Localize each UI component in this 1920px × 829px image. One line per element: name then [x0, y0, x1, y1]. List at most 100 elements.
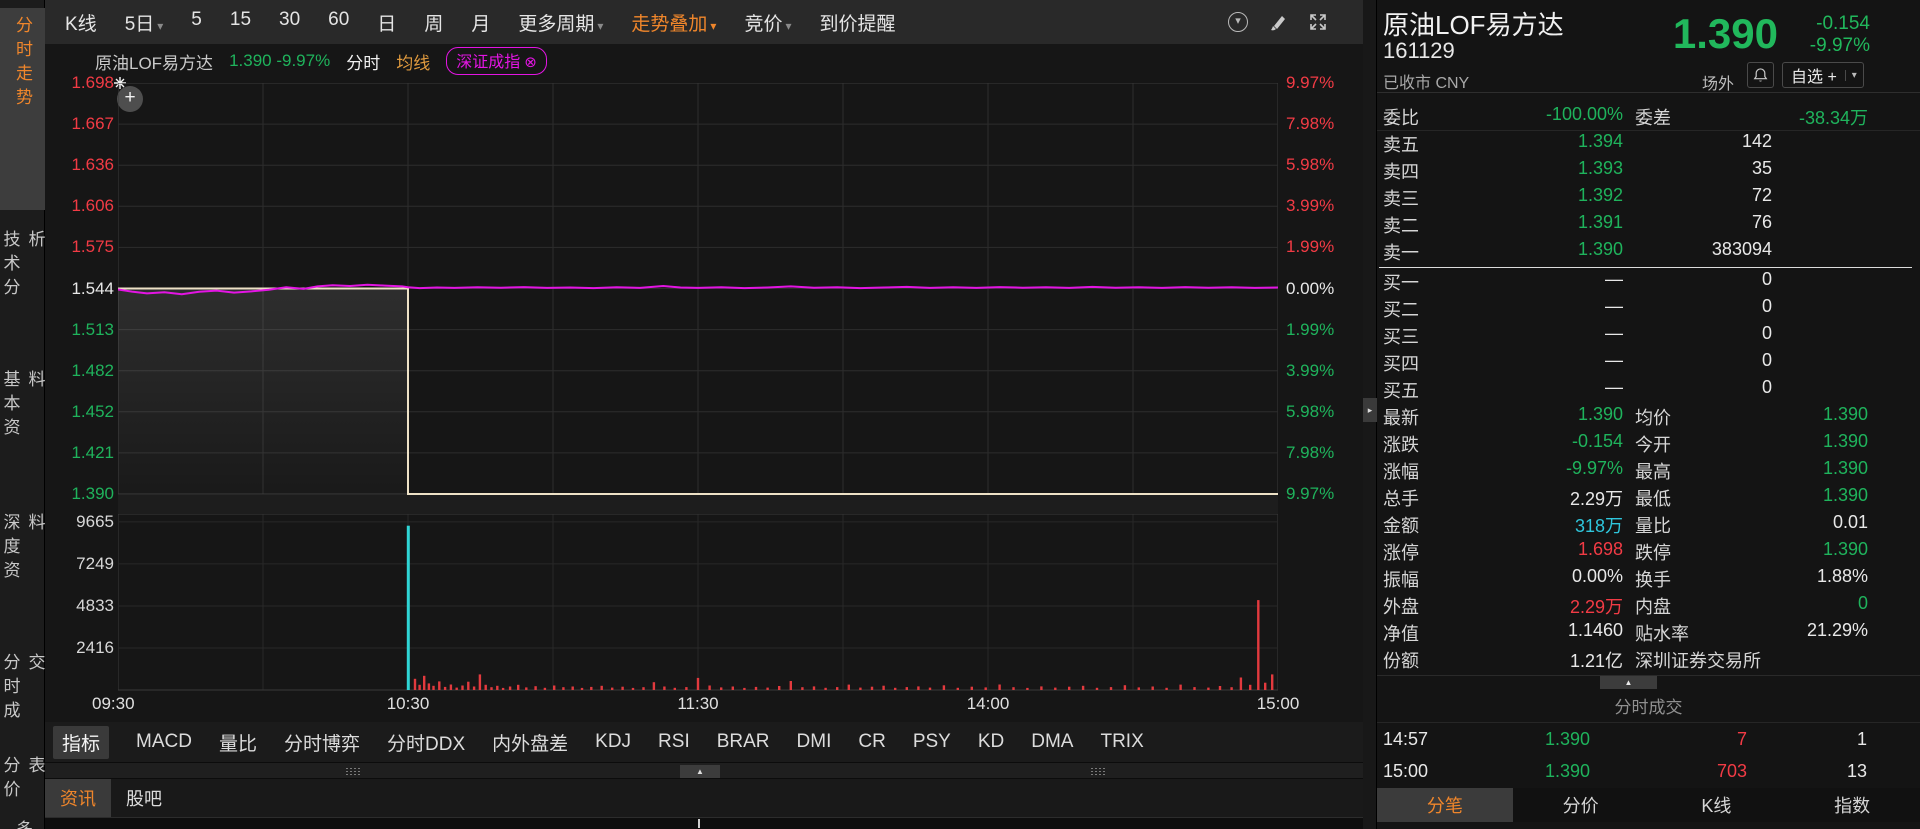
- price-axis-tick: 1.513: [71, 319, 114, 339]
- sidebar-item-price-table[interactable]: 分价表: [0, 748, 45, 818]
- toolbar-item-min15[interactable]: 15: [230, 9, 251, 36]
- expand-up-handle[interactable]: ▲: [1600, 676, 1657, 689]
- last-price: 1.390: [1672, 10, 1778, 57]
- volume-bar: [1040, 686, 1043, 690]
- row-value: 1.390: [1822, 458, 1868, 478]
- panel-expand-arrow-icon[interactable]: ▸: [1363, 398, 1377, 422]
- fullscreen-icon[interactable]: [1307, 11, 1329, 33]
- indicator-tab-RSI[interactable]: RSI: [658, 731, 690, 753]
- time-axis-label: 15:00: [1256, 694, 1300, 713]
- tick-time: 14:57: [1383, 729, 1429, 749]
- indicator-tab-KD[interactable]: KD: [978, 731, 1004, 753]
- indicator-tab-分时DDX[interactable]: 分时DDX: [387, 729, 465, 756]
- toolbar-item-min60[interactable]: 60: [328, 9, 349, 36]
- level-volume: 72: [1751, 185, 1772, 205]
- volume-bar: [917, 686, 920, 690]
- volume-pane[interactable]: [118, 514, 1278, 691]
- volume-bar: [562, 687, 565, 690]
- bottom-splitter[interactable]: [45, 817, 1363, 829]
- indicator-tab-指标[interactable]: 指标: [53, 725, 110, 759]
- row-value: -9.97%: [1565, 458, 1623, 478]
- indicator-tab-TRIX[interactable]: TRIX: [1100, 731, 1143, 753]
- level-volume: 0: [1761, 296, 1772, 316]
- indicator-tab-量比[interactable]: 量比: [219, 729, 257, 756]
- volume-bar: [449, 684, 453, 690]
- indicator-tab-CR[interactable]: CR: [858, 731, 885, 753]
- price-pane[interactable]: [118, 83, 1278, 496]
- volume-bar: [525, 687, 528, 690]
- toolbar-item-min30[interactable]: 30: [279, 9, 300, 36]
- volume-bar: [812, 686, 816, 690]
- price-axis-tick: 1.698: [71, 73, 114, 92]
- toolbar-item-auction[interactable]: 竞价 ▾: [744, 9, 791, 36]
- volume-bar: [1081, 685, 1085, 690]
- clock-circle-icon[interactable]: ▾: [1227, 11, 1249, 33]
- splitter-collapse-handle[interactable]: ▲: [680, 765, 720, 778]
- price-axis-tick: 1.482: [71, 360, 114, 380]
- indicator-tab-分时博弈[interactable]: 分时博弈: [284, 729, 360, 756]
- row-label: 总手: [1383, 489, 1419, 509]
- app-root: 分时走势技术分析基本资料深度资料分时成交分价表多 K线 5日▾ 5 15 30 60 日 周 月…: [0, 0, 1920, 829]
- volume-bar: [642, 687, 645, 690]
- quote-tab-分笔[interactable]: 分笔: [1377, 788, 1513, 822]
- quote-tab-分价[interactable]: 分价: [1513, 788, 1649, 822]
- pane-splitter[interactable]: ▲: [45, 762, 1363, 779]
- quote-tab-K线[interactable]: K线: [1649, 788, 1785, 822]
- news-tab-股吧[interactable]: 股吧: [111, 779, 177, 817]
- tick-trade-row: 14:57 1.390 7 1: [1377, 723, 1920, 755]
- volume-bar: [789, 681, 792, 690]
- indicator-tab-KDJ[interactable]: KDJ: [595, 731, 631, 753]
- toolbar-item-kline[interactable]: K线: [65, 9, 97, 36]
- sidebar-item-technical[interactable]: 技术分析: [0, 222, 45, 322]
- sidebar-item-tick-trades[interactable]: 分时成交: [0, 645, 45, 745]
- alert-bell-button[interactable]: [1747, 62, 1774, 88]
- bid-row: 买一 — 0: [1377, 269, 1920, 296]
- volume-bar: [621, 686, 624, 690]
- indicator-tab-内外盘差[interactable]: 内外盘差: [492, 729, 568, 756]
- toolbar-item-day[interactable]: 日: [377, 9, 396, 36]
- volume-bar: [1239, 677, 1243, 690]
- volume-bar: [1271, 674, 1274, 690]
- chevron-down-icon: ▾: [597, 18, 604, 33]
- sidebar-item-more[interactable]: 多: [0, 812, 45, 829]
- brush-draw-icon[interactable]: [1267, 11, 1289, 33]
- indicator-tab-BRAR[interactable]: BRAR: [717, 731, 770, 753]
- sidebar-item-intraday[interactable]: 分时走势: [0, 8, 45, 210]
- row-label: 委比: [1383, 108, 1419, 128]
- watchlist-caret-icon[interactable]: ▾: [1844, 69, 1863, 81]
- row-label: 涨幅: [1383, 462, 1419, 482]
- toolbar-item-more-periods[interactable]: 更多周期 ▾: [518, 9, 603, 36]
- chevron-down-icon: ▾: [710, 18, 717, 33]
- sidebar-item-label: 基本资料: [0, 370, 45, 442]
- toolbar-item-price-alert[interactable]: 到价提醒: [819, 9, 895, 36]
- bottom-splitter-handle[interactable]: [698, 819, 700, 828]
- toolbar-item-min5[interactable]: 5: [191, 9, 202, 36]
- volume-bar: [590, 686, 593, 690]
- level-price: —: [1605, 323, 1623, 343]
- toolbar-item-month[interactable]: 月: [471, 9, 490, 36]
- row-label: 振幅: [1383, 570, 1419, 590]
- intraday-chart[interactable]: + 1.698 1.667 1.636 1.606 1.575 1.544 1.513 1.4…: [45, 44, 1363, 722]
- row-label: 净值: [1383, 624, 1419, 644]
- sidebar-item-depth[interactable]: 深度资料: [0, 505, 45, 605]
- row-value: 1.88%: [1816, 566, 1868, 586]
- volume-bar: [631, 687, 635, 690]
- news-tab-资讯[interactable]: 资讯: [45, 779, 111, 817]
- toolbar-item-5day[interactable]: 5日 ▾: [125, 9, 164, 36]
- toolbar-item-trend-overlay[interactable]: 走势叠加 ▾: [631, 9, 716, 36]
- volume-bar: [1012, 687, 1015, 690]
- toolbar-item-week[interactable]: 周: [424, 9, 443, 36]
- splitter-grip-icon[interactable]: [345, 767, 361, 776]
- splitter-grip-icon[interactable]: [1090, 767, 1106, 776]
- indicator-tab-DMI[interactable]: DMI: [797, 731, 832, 753]
- add-watchlist-button[interactable]: 自选 + ▾: [1782, 62, 1864, 88]
- period-toolbar-items: K线 5日 ▾ 5 15 30 60 日 周 月 更多周期 ▾ 走势叠加 ▾ 竞价 ▾ 到价提醒: [65, 9, 896, 36]
- quote-tab-指数[interactable]: 指数: [1784, 788, 1920, 822]
- level-label: 卖五: [1383, 135, 1419, 155]
- percent-axis-tick: 0.00%: [1286, 278, 1335, 298]
- indicator-tab-MACD[interactable]: MACD: [136, 731, 192, 753]
- indicator-tab-DMA[interactable]: DMA: [1031, 731, 1073, 753]
- volume-axis-tick: 4833: [76, 595, 114, 615]
- sidebar-item-fundamental[interactable]: 基本资料: [0, 362, 45, 462]
- indicator-tab-PSY[interactable]: PSY: [913, 731, 951, 753]
